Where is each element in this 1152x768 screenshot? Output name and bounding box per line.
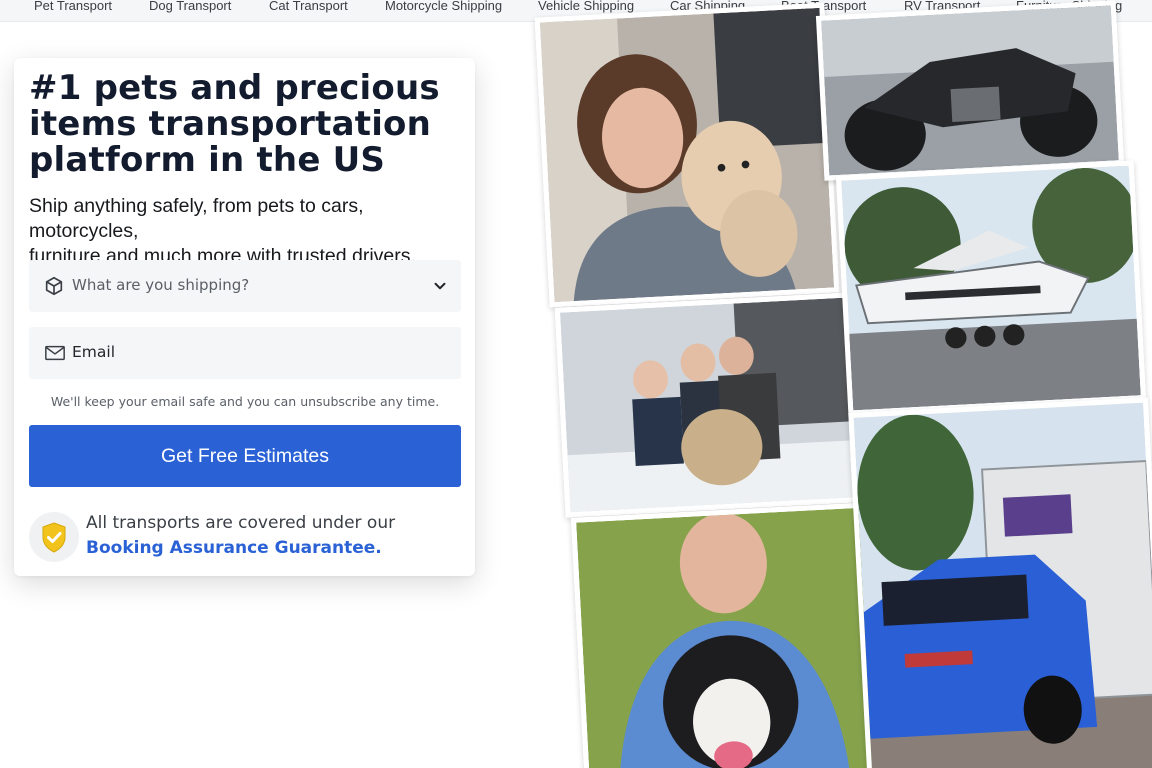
photo-man-with-dog	[570, 502, 881, 768]
hero-title-line-3: platform in the US	[29, 140, 386, 180]
photo-boat-on-trailer	[835, 160, 1147, 416]
assurance-text: All transports are covered under our	[86, 513, 396, 533]
nav-pet-transport[interactable]: Pet Transport	[34, 0, 112, 14]
photo-woman-with-dog	[534, 2, 840, 308]
photo-motorcycle	[815, 0, 1125, 181]
hero-title: #1 pets and precious items transportatio…	[29, 70, 469, 178]
hero-title-line-2: items transportation	[29, 104, 432, 144]
mail-icon	[43, 342, 65, 364]
booking-assurance: All transports are covered under our Boo…	[29, 511, 469, 563]
chevron-down-icon[interactable]	[431, 277, 449, 295]
photo-collage	[520, 0, 1152, 768]
shipping-type-select[interactable]: What are you shipping?	[29, 260, 461, 312]
booking-assurance-link[interactable]: Booking Assurance Guarantee.	[86, 538, 382, 558]
privacy-note: We'll keep your email safe and you can u…	[50, 394, 440, 409]
hero-title-line-1: #1 pets and precious	[29, 68, 440, 108]
email-field[interactable]: Email	[29, 327, 461, 379]
shield-check-icon	[29, 512, 79, 562]
shipping-type-placeholder: What are you shipping?	[72, 276, 250, 294]
nav-motorcycle-shipping[interactable]: Motorcycle Shipping	[385, 0, 502, 14]
nav-cat-transport[interactable]: Cat Transport	[269, 0, 348, 14]
hero-card: #1 pets and precious items transportatio…	[14, 58, 475, 576]
email-placeholder: Email	[72, 343, 116, 361]
hero-subtitle-line-1: Ship anything safely, from pets to cars,…	[29, 195, 364, 242]
photo-family-with-dog	[554, 292, 861, 518]
hero-subtitle: Ship anything safely, from pets to cars,…	[29, 194, 469, 269]
nav-dog-transport[interactable]: Dog Transport	[149, 0, 231, 14]
photo-car-and-trailer	[848, 397, 1152, 768]
package-icon	[43, 275, 65, 297]
get-free-estimates-button[interactable]: Get Free Estimates	[29, 425, 461, 487]
